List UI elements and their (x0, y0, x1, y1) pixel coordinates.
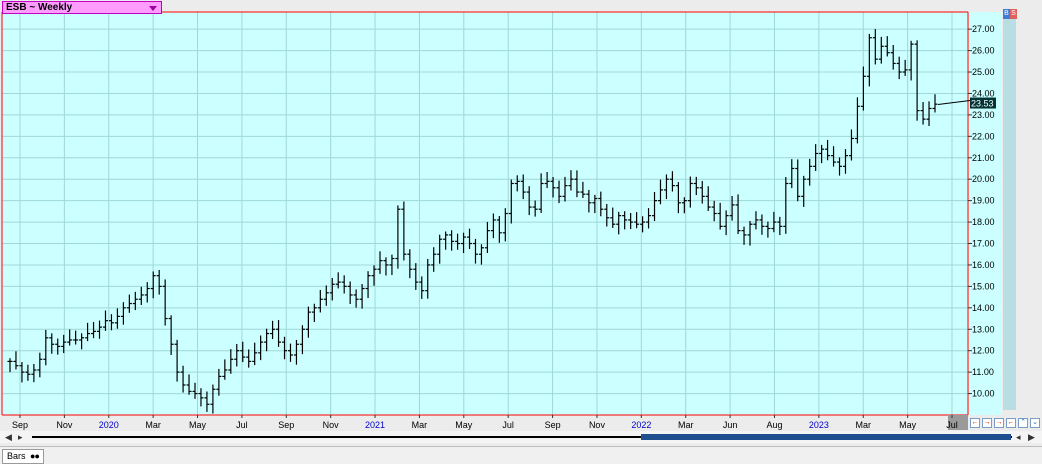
x-tick-label: May (189, 420, 207, 430)
status-bar: Bars ●● (0, 446, 1042, 464)
up-icon[interactable]: ⌃ (1018, 418, 1028, 428)
x-tick-label: Mar (412, 420, 428, 430)
scroll-left-icon[interactable]: ◀ (5, 432, 12, 442)
y-tick-label: 24.00 (972, 88, 995, 98)
x-tick-label: Nov (56, 420, 73, 430)
sell-button[interactable]: S (1010, 9, 1017, 19)
right-icon[interactable]: → (982, 418, 992, 428)
bars-tab[interactable]: Bars ●● (2, 449, 44, 464)
x-tick-label: Nov (323, 420, 340, 430)
bars-tab-label: Bars (7, 451, 26, 461)
x-tick-label: Jul (946, 420, 958, 430)
y-tick-label: 14.00 (972, 303, 995, 313)
scroll-right-small-icon[interactable]: ▸ (18, 432, 23, 442)
x-tick-label: Jul (236, 420, 248, 430)
symbol-selector[interactable]: ESB ~ Weekly (2, 1, 162, 14)
zoom-in-icon[interactable]: → (994, 418, 1004, 428)
y-tick-label: 16.00 (972, 260, 995, 270)
x-tick-label: Sep (12, 420, 28, 430)
left-icon[interactable]: ← (970, 418, 980, 428)
x-tick-label: Aug (766, 420, 782, 430)
right-scroll-panel[interactable] (1003, 12, 1016, 410)
scroll-left-small-icon[interactable]: ◂ (1016, 432, 1021, 442)
x-tick-label: Mar (145, 420, 161, 430)
dropdown-caret-icon (149, 6, 157, 11)
symbol-label: ESB ~ Weekly (6, 2, 73, 13)
x-tick-label: 2023 (809, 420, 829, 430)
buy-button[interactable]: B (1003, 9, 1010, 19)
x-tick-label: 2022 (631, 420, 651, 430)
y-tick-label: 25.00 (972, 67, 995, 77)
x-tick-label: 2021 (365, 420, 385, 430)
y-tick-label: 27.00 (972, 24, 995, 34)
x-tick-label: Mar (855, 420, 871, 430)
x-tick-label: Jun (723, 420, 738, 430)
y-tick-label: 23.00 (972, 110, 995, 120)
x-tick-label: Mar (678, 420, 694, 430)
x-tick-label: Nov (589, 420, 606, 430)
y-tick-label: 10.00 (972, 389, 995, 399)
y-tick-label: 22.00 (972, 131, 995, 141)
x-tick-label: Jul (502, 420, 514, 430)
horizontal-scrollbar[interactable]: ◀ ▸ ◂ ▶ (0, 431, 1042, 443)
scroll-right-icon[interactable]: ▶ (1028, 432, 1035, 442)
y-tick-label: 26.00 (972, 46, 995, 56)
y-tick-label: 11.00 (972, 367, 994, 377)
x-tick-label: Sep (278, 420, 294, 430)
y-tick-label: 19.00 (972, 196, 995, 206)
y-tick-label: 20.00 (972, 174, 995, 184)
y-tick-label: 13.00 (972, 324, 995, 334)
last-price-label: 23.53 (971, 99, 994, 109)
y-tick-label: 12.00 (972, 346, 995, 356)
zoom-out-icon[interactable]: ← (1006, 418, 1016, 428)
down-icon[interactable]: ⌄ (1030, 418, 1040, 428)
x-tick-label: May (899, 420, 917, 430)
tab-dots-icon: ●● (30, 451, 40, 461)
x-tick-label: Sep (545, 420, 561, 430)
scroll-thumb[interactable] (641, 434, 1011, 440)
y-tick-label: 17.00 (972, 239, 995, 249)
y-tick-label: 15.00 (972, 281, 995, 291)
x-tick-label: 2020 (99, 420, 119, 430)
y-tick-label: 21.00 (972, 153, 995, 163)
time-axis: Sep Nov 2020 Mar May Jul Sep Nov 2021 Mar May Jul Se… (12, 415, 958, 430)
x-tick-label: May (455, 420, 473, 430)
price-chart: 27.00 26.00 25.00 24.00 23.00 22.00 21.00 20.00… (1, 11, 1016, 430)
y-tick-label: 18.00 (972, 217, 995, 227)
